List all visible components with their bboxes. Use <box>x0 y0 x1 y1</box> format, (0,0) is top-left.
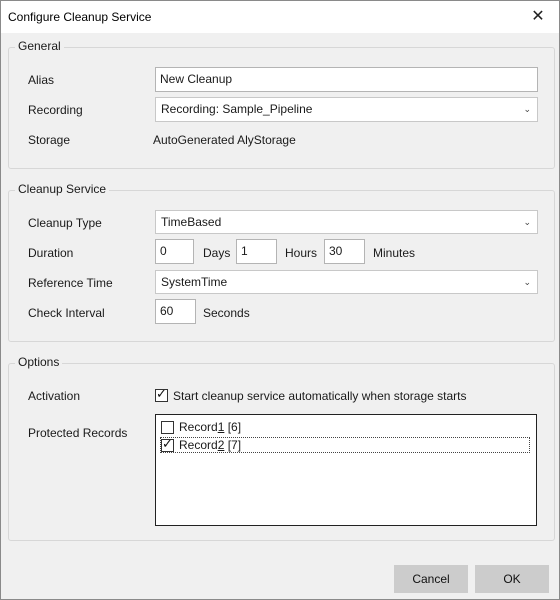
options-group: Options Activation Start cleanup service… <box>8 355 555 541</box>
check-interval-input[interactable]: 60 <box>155 299 196 324</box>
hours-input[interactable]: 1 <box>236 239 277 264</box>
recording-select[interactable]: Recording: Sample_Pipeline ⌄ <box>155 97 538 122</box>
days-input[interactable]: 0 <box>155 239 194 264</box>
storage-label: Storage <box>28 133 71 147</box>
protected-records-label: Protected Records <box>28 426 128 440</box>
reference-time-select[interactable]: SystemTime ⌄ <box>155 270 538 294</box>
alias-label: Alias <box>28 73 55 87</box>
window-title: Configure Cleanup Service <box>8 10 152 24</box>
days-unit: Days <box>203 246 231 260</box>
reference-time-value: SystemTime <box>161 275 228 289</box>
general-group: General Alias New Cleanup Recording Reco… <box>8 39 555 169</box>
record-prefix: Record <box>179 420 218 434</box>
activation-text[interactable]: Start cleanup service automatically when… <box>173 389 466 403</box>
check-interval-unit: Seconds <box>203 306 250 320</box>
minutes-unit: Minutes <box>373 246 416 260</box>
chevron-down-icon: ⌄ <box>523 104 531 114</box>
dialog-window: Configure Cleanup Service ✕ General Alia… <box>0 0 560 600</box>
title-bar: Configure Cleanup Service ✕ <box>1 1 559 33</box>
list-item[interactable]: Record1 [6] <box>160 419 530 435</box>
cleanup-legend: Cleanup Service <box>15 182 110 196</box>
reference-time-label: Reference Time <box>28 276 113 290</box>
activation-checkbox[interactable] <box>155 386 168 402</box>
options-legend: Options <box>15 355 63 369</box>
record-count: [6] <box>224 420 242 434</box>
cleanup-type-select[interactable]: TimeBased ⌄ <box>155 210 538 234</box>
record-label: Record2 [7] <box>179 438 241 452</box>
record-prefix: Record <box>179 438 218 452</box>
record-checkbox[interactable] <box>161 421 174 434</box>
recording-label: Recording <box>28 103 83 117</box>
record-count: [7] <box>224 438 242 452</box>
record-checkbox[interactable] <box>161 436 174 452</box>
recording-select-value: Recording: Sample_Pipeline <box>161 102 313 116</box>
record-label: Record1 [6] <box>179 420 241 434</box>
cleanup-type-value: TimeBased <box>161 215 222 229</box>
protected-records-list[interactable]: Record1 [6] Record2 [7] <box>155 414 537 526</box>
ok-button[interactable]: OK <box>475 565 549 593</box>
minutes-input[interactable]: 30 <box>324 239 365 264</box>
storage-value: AutoGenerated AlyStorage <box>153 133 296 147</box>
cancel-button[interactable]: Cancel <box>394 565 468 593</box>
chevron-down-icon: ⌄ <box>523 217 531 227</box>
hours-unit: Hours <box>285 246 318 260</box>
activation-label: Activation <box>28 389 81 403</box>
list-item[interactable]: Record2 [7] <box>160 436 530 453</box>
duration-label: Duration <box>28 246 74 260</box>
cleanup-group: Cleanup Service Cleanup Type TimeBased ⌄… <box>8 182 555 342</box>
cleanup-type-label: Cleanup Type <box>28 216 102 230</box>
alias-input[interactable]: New Cleanup <box>155 67 538 92</box>
close-icon[interactable]: ✕ <box>523 5 553 29</box>
chevron-down-icon: ⌄ <box>523 277 531 287</box>
general-legend: General <box>15 39 64 53</box>
check-interval-label: Check Interval <box>28 306 105 320</box>
